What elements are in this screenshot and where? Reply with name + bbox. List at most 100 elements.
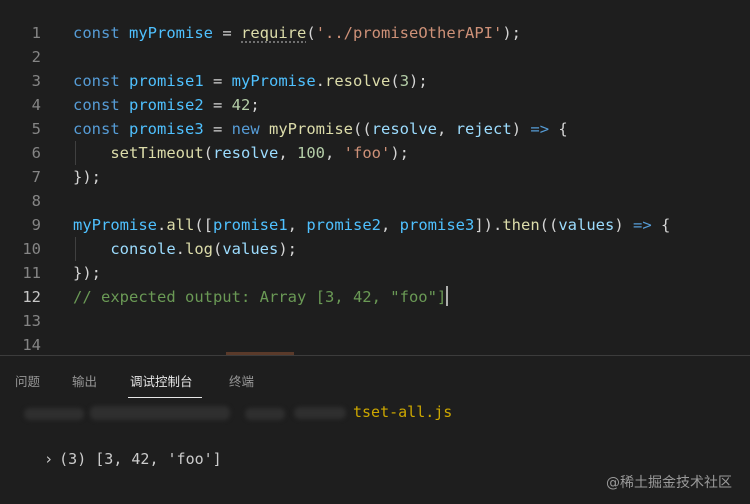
code-token: (	[203, 144, 213, 162]
code-text: });	[73, 165, 101, 189]
code-line[interactable]: 1 const myPromise = require('../promiseOt…	[0, 21, 750, 45]
code-token: );	[409, 72, 428, 90]
code-line[interactable]: 9 myPromise.all([promise1, promise2, prom…	[0, 213, 750, 237]
code-token: =	[203, 72, 232, 90]
code-line[interactable]: 13	[0, 309, 750, 333]
code-line[interactable]: 3 const promise1 = myPromise.resolve(3);	[0, 69, 750, 93]
code-token: myPromise	[73, 216, 157, 234]
code-token: resolve	[325, 72, 391, 90]
code-token: .	[157, 216, 167, 234]
code-token: ([	[194, 216, 214, 234]
code-token: resolve	[371, 120, 438, 138]
code-line[interactable]: 12 // expected output: Array [3, 42, "foo…	[0, 285, 750, 309]
active-tab-indicator	[128, 397, 202, 398]
code-token: =	[203, 96, 232, 114]
code-token: 'foo'	[343, 144, 391, 162]
tab-output[interactable]: 输出	[72, 371, 97, 390]
line-number: 5	[31, 120, 41, 138]
code-token: const	[73, 120, 120, 138]
code-token: 100	[297, 144, 325, 162]
code-token: ((	[353, 120, 372, 138]
redacted-path	[245, 408, 285, 420]
code-text: const promise3 = new myPromise((resolve,…	[73, 117, 568, 141]
code-token: new	[231, 120, 260, 138]
line-number: 12	[22, 288, 41, 306]
code-token: ((	[539, 216, 559, 234]
code-editor[interactable]: 1 const myPromise = require('../promiseOt…	[0, 0, 750, 355]
console-result[interactable]: › (3) [3, 42, 'foo']	[8, 426, 222, 492]
code-token: promise1	[213, 216, 288, 234]
code-token: ,	[278, 144, 297, 162]
code-token: // expected output: Array [3, 42, "foo"]	[73, 288, 447, 306]
code-token: console	[110, 240, 176, 258]
code-line[interactable]: 7});	[0, 165, 750, 189]
code-token: myPromise	[129, 24, 214, 42]
code-token: promise2	[129, 96, 204, 114]
console-result-text: (3) [3, 42, 'foo']	[59, 450, 222, 468]
panel-tabs: 问题 输出 调试控制台 终端	[0, 356, 750, 401]
tab-problems[interactable]: 问题	[15, 371, 40, 390]
code-line[interactable]: 11});	[0, 261, 750, 285]
code-token: promise3	[129, 120, 204, 138]
line-number: 3	[31, 72, 41, 90]
code-line[interactable]: 4 const promise2 = 42;	[0, 93, 750, 117]
code-token: promise1	[129, 72, 204, 90]
line-number: 1	[31, 24, 41, 42]
code-line[interactable]: 14	[0, 333, 750, 357]
tab-debug-console[interactable]: 调试控制台	[130, 371, 193, 390]
code-token: (	[390, 72, 400, 90]
code-token: });	[73, 264, 101, 282]
indent-guide	[75, 141, 76, 165]
code-text: const promise2 = 42;	[73, 93, 260, 117]
code-token: const	[73, 96, 120, 114]
code-token: =	[203, 120, 232, 138]
code-token: =>	[633, 216, 652, 234]
redacted-path	[24, 408, 84, 420]
text-cursor	[446, 286, 449, 306]
code-token: then	[502, 216, 540, 234]
redacted-path	[90, 406, 230, 420]
code-token: ;	[250, 96, 260, 114]
code-line[interactable]: 2	[0, 45, 750, 69]
code-token: '../promiseOtherAPI'	[315, 24, 503, 42]
code-token: const	[73, 72, 120, 90]
code-token: ,	[437, 120, 456, 138]
code-token: const	[73, 24, 120, 42]
line-number: 8	[31, 192, 41, 210]
code-token: values	[558, 216, 615, 234]
code-token: values	[222, 240, 279, 258]
code-token: )	[614, 216, 633, 234]
code-token: .	[315, 72, 326, 90]
code-line[interactable]: 5 const promise3 = new myPromise((resolve…	[0, 117, 750, 141]
code-line[interactable]: 10 console.log(values);	[0, 237, 750, 261]
code-token: (	[306, 24, 316, 42]
line-number: 6	[31, 144, 41, 162]
chevron-right-icon[interactable]: ›	[44, 450, 53, 468]
code-token: promise3	[399, 216, 475, 234]
code-token: ]).	[474, 216, 503, 234]
code-text: // expected output: Array [3, 42, "foo"]	[73, 285, 449, 309]
code-token: myPromise	[231, 72, 316, 90]
code-line[interactable]: 8	[0, 189, 750, 213]
code-token: );	[390, 144, 410, 162]
redacted-path	[294, 407, 346, 419]
code-token: );	[278, 240, 298, 258]
code-text: });	[73, 261, 101, 285]
code-token: require	[241, 24, 307, 42]
code-token: {	[549, 120, 568, 138]
line-number: 14	[22, 336, 41, 354]
code-text: console.log(values);	[73, 237, 297, 261]
code-line[interactable]: 6 setTimeout(resolve, 100, 'foo');	[0, 141, 750, 165]
tab-terminal[interactable]: 终端	[229, 371, 254, 390]
code-token: )	[511, 120, 531, 138]
code-token: =	[213, 24, 242, 42]
code-token: );	[502, 24, 521, 42]
console-source-link[interactable]: tset-all.js	[353, 401, 452, 423]
code-token: promise2	[306, 216, 381, 234]
